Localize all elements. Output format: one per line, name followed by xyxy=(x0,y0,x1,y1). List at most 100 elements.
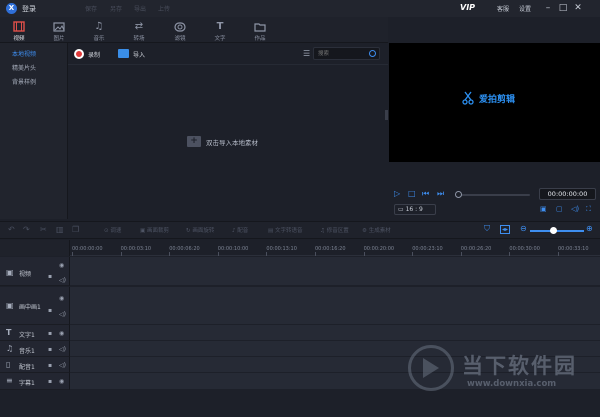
track-text-lane[interactable] xyxy=(70,325,600,341)
login-link[interactable]: 登录 xyxy=(22,4,36,14)
lock-icon[interactable]: ▪ xyxy=(48,273,52,280)
minimize-icon[interactable]: – xyxy=(542,2,554,14)
audio-fix-label: 修音区置 xyxy=(326,228,349,234)
track-label: 文字1 xyxy=(19,332,35,339)
folder-icon xyxy=(245,20,275,33)
media-library[interactable] xyxy=(68,43,388,219)
tab-works[interactable]: 作品 xyxy=(245,17,275,42)
zoom-in-icon[interactable]: ⊕ xyxy=(586,224,593,233)
ruler-tick-label: 00:00:00:00 xyxy=(72,246,103,252)
import-icon[interactable] xyxy=(118,49,129,58)
zoom-out-icon[interactable]: ⊖ xyxy=(520,224,527,233)
lock-icon[interactable]: ▪ xyxy=(48,330,52,337)
vip-badge[interactable]: VIP xyxy=(460,3,475,12)
volume-icon[interactable]: ◁) xyxy=(59,311,66,318)
generate-button[interactable]: ⚙ 生成素材 xyxy=(362,226,391,234)
tts-label: 文字转语音 xyxy=(274,228,303,234)
fullscreen-icon[interactable]: ⛶ xyxy=(586,205,591,214)
undo-icon[interactable]: ↶ xyxy=(8,225,15,234)
save-menu[interactable]: 保存 xyxy=(85,4,97,13)
import-button[interactable]: 导入 xyxy=(133,50,145,59)
tab-label: 音乐 xyxy=(93,36,105,42)
rotate-button[interactable]: ↻ 画面旋转 xyxy=(186,226,214,234)
fit-icon[interactable]: ◂▸ xyxy=(500,225,511,234)
tab-image[interactable]: 图片 xyxy=(44,17,74,42)
timeline-empty-area[interactable] xyxy=(0,390,600,417)
volume-icon[interactable]: ◁) xyxy=(59,362,66,369)
copy-icon[interactable]: ❐ xyxy=(72,225,79,234)
track-label: 配音1 xyxy=(19,364,35,371)
speed-button[interactable]: ⊙ 调速 xyxy=(104,226,121,234)
seek-handle[interactable] xyxy=(455,191,462,198)
export-menu[interactable]: 导出 xyxy=(134,4,146,13)
speed-label: 调速 xyxy=(110,228,122,234)
close-icon[interactable]: ✕ xyxy=(572,2,584,14)
play-icon[interactable]: ▷ xyxy=(394,189,400,198)
cut-icon[interactable]: ✂ xyxy=(40,225,47,234)
ruler-tick-mark xyxy=(120,252,122,256)
aspect-ratio-select[interactable]: ▭ 16 : 9 xyxy=(394,204,436,215)
visibility-icon[interactable]: ◉ xyxy=(59,295,64,302)
tab-text[interactable]: T 文字 xyxy=(205,17,235,42)
visibility-icon[interactable]: ◉ xyxy=(59,262,64,269)
upload-menu[interactable]: 上传 xyxy=(158,4,170,13)
crop-button[interactable]: ▣ 画面裁剪 xyxy=(140,226,169,234)
watermark-url: www.downxia.com xyxy=(467,379,557,389)
pane-splitter[interactable] xyxy=(385,110,388,120)
visibility-icon[interactable]: ◉ xyxy=(59,330,64,337)
volume-icon[interactable]: ◁) xyxy=(59,346,66,353)
volume-icon[interactable]: ◁) xyxy=(571,205,579,213)
customer-service-link[interactable]: 客服 xyxy=(497,4,509,13)
sidebar-item-backgrounds[interactable]: 背景样例 xyxy=(0,76,68,90)
tab-label: 转场 xyxy=(133,36,145,42)
track-label: 视频 xyxy=(19,271,32,278)
save-as-menu[interactable]: 另存 xyxy=(110,4,122,13)
preview-logo-text: 爱拍剪辑 xyxy=(479,95,516,105)
lock-icon[interactable]: ▪ xyxy=(48,378,52,385)
record-button[interactable]: 录制 xyxy=(88,50,100,59)
settings-link[interactable]: 设置 xyxy=(519,4,531,13)
monitor-icon: ▭ xyxy=(398,206,406,213)
seek-bar[interactable] xyxy=(460,194,530,196)
track-video-lane[interactable] xyxy=(70,257,600,286)
visibility-icon[interactable]: ◉ xyxy=(59,378,64,385)
track-pip-lane[interactable] xyxy=(70,287,600,325)
marker-icon[interactable]: ⛉ xyxy=(484,224,490,234)
ruler-tick-mark xyxy=(217,252,219,256)
tab-label: 滤镜 xyxy=(174,36,186,42)
sort-icon[interactable]: ☰ xyxy=(303,49,310,58)
scissors-logo-icon xyxy=(461,91,475,105)
text-icon: T xyxy=(6,328,12,337)
tts-button[interactable]: ▤ 文字转语音 xyxy=(268,226,302,234)
zoom-slider-handle[interactable] xyxy=(550,227,557,234)
dub-label: 配音 xyxy=(237,228,249,234)
lock-icon[interactable]: ▪ xyxy=(48,307,52,314)
tab-filter[interactable]: 滤镜 xyxy=(165,17,195,42)
redo-icon[interactable]: ↷ xyxy=(23,225,30,234)
tab-transition[interactable]: ⇄ 转场 xyxy=(124,17,154,42)
watermark-logo-icon xyxy=(408,345,454,391)
tab-video[interactable]: 视频 xyxy=(4,17,34,42)
import-hint-text: 双击导入本地素材 xyxy=(206,138,258,147)
maximize-icon[interactable]: □ xyxy=(557,2,569,14)
next-frame-icon[interactable]: ⏭ xyxy=(437,189,444,199)
volume-icon[interactable]: ◁) xyxy=(59,277,66,284)
tab-music[interactable]: ♫ 音乐 xyxy=(84,17,114,42)
zoom-slider[interactable] xyxy=(530,230,584,232)
sidebar-item-local-video[interactable]: 本地视频 xyxy=(0,48,68,62)
search-icon[interactable] xyxy=(369,50,376,57)
ruler-tick-label: 00:00:16:20 xyxy=(315,246,346,252)
ruler-tick-mark xyxy=(363,252,365,256)
import-hint[interactable]: + 双击导入本地素材 xyxy=(187,136,258,147)
prev-frame-icon[interactable]: ⏮ xyxy=(422,189,429,199)
lock-icon[interactable]: ▪ xyxy=(48,346,52,353)
lock-icon[interactable]: ▪ xyxy=(48,362,52,369)
stop-icon[interactable]: □ xyxy=(408,189,416,198)
screen-icon[interactable]: ▢ xyxy=(556,205,563,213)
record-icon[interactable] xyxy=(74,49,84,59)
audio-fix-button[interactable]: ♫ 修音区置 xyxy=(320,226,349,234)
dub-button[interactable]: ♪ 配音 xyxy=(232,226,248,234)
snapshot-icon[interactable]: ▣ xyxy=(540,205,547,213)
delete-icon[interactable]: ▥ xyxy=(56,225,64,234)
sidebar-item-intros[interactable]: 精美片头 xyxy=(0,62,68,76)
